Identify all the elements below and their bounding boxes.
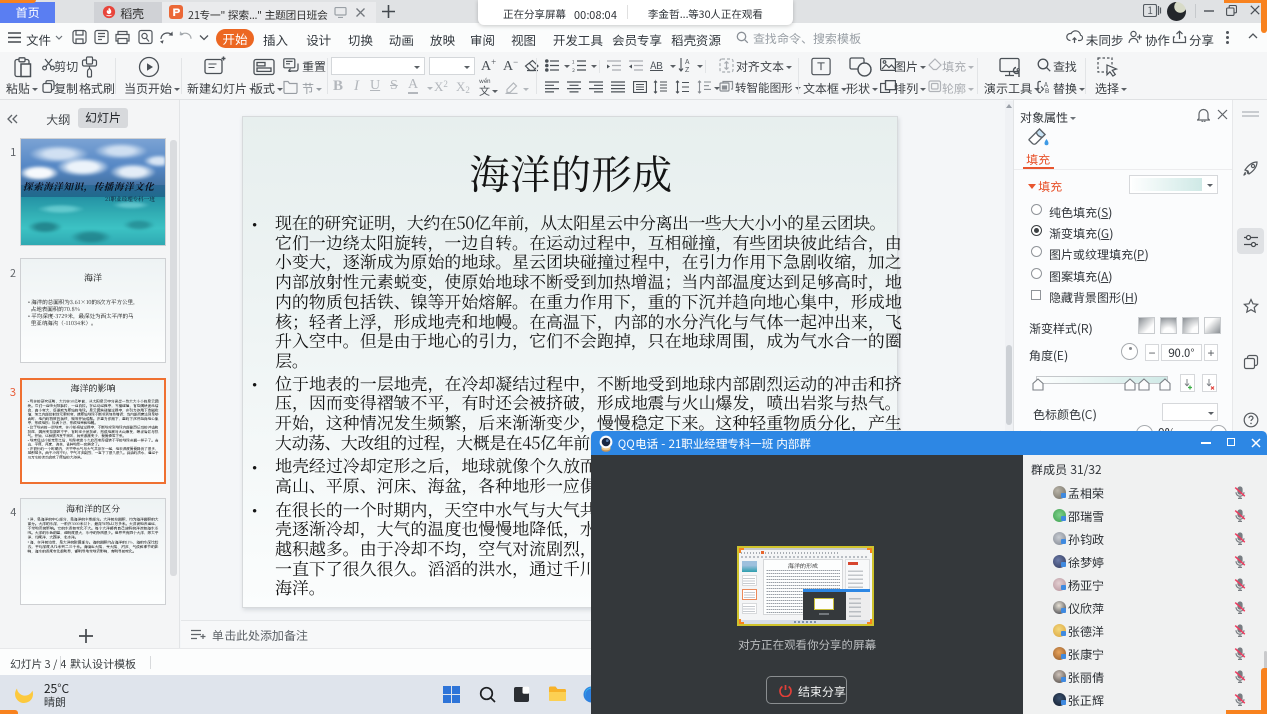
svg-text:Z: Z — [685, 65, 690, 73]
svg-text:2: 2 — [572, 67, 575, 72]
svg-text:1: 1 — [572, 59, 575, 66]
svg-text:B: B — [1045, 85, 1049, 94]
svg-text:1: 1 — [1147, 4, 1153, 17]
